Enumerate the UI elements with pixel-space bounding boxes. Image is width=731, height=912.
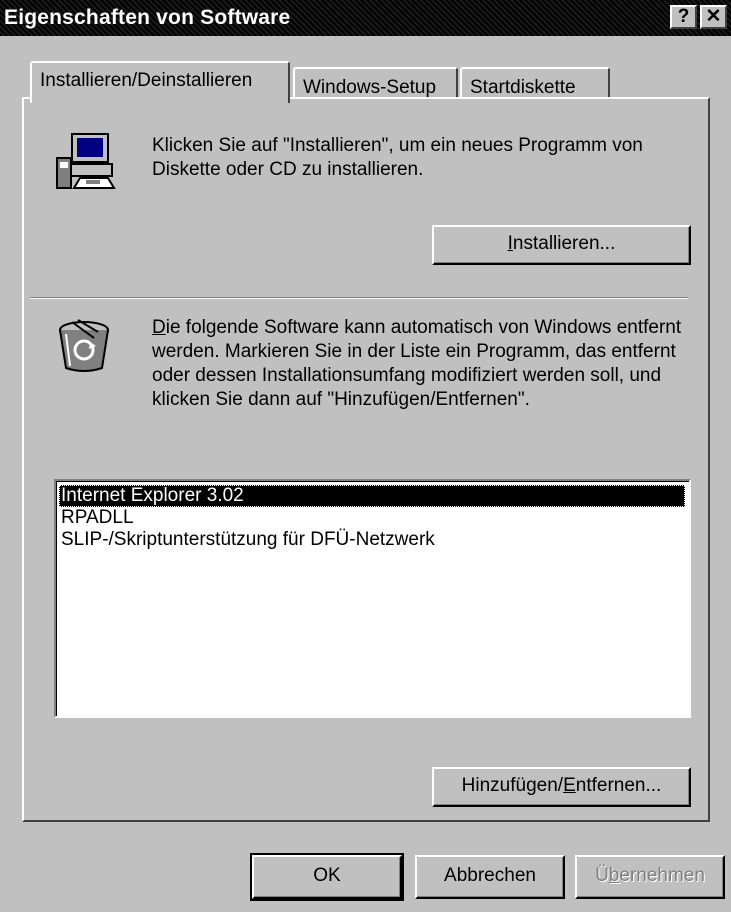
remove-description-text: ie folgende Software kann automatisch vo…	[152, 317, 682, 410]
help-icon: ?	[677, 6, 690, 27]
help-button[interactable]: ?	[670, 5, 697, 29]
computer-disk-icon	[56, 133, 116, 189]
apply-mnemonic: b	[608, 865, 620, 886]
add-remove-button[interactable]: Hinzufügen/Entfernen...	[432, 767, 691, 807]
install-button[interactable]: Installieren...	[432, 225, 691, 265]
close-icon: ✕	[705, 6, 722, 27]
remove-mnemonic: D	[152, 317, 166, 338]
apply-button: Übernehmen	[575, 855, 725, 899]
section-divider	[30, 297, 688, 299]
title-bar[interactable]: Eigenschaften von Software ? ✕	[0, 0, 731, 36]
close-button[interactable]: ✕	[700, 5, 727, 29]
tab-label: Installieren/Deinstallieren	[40, 70, 253, 91]
list-item[interactable]: Internet Explorer 3.02	[59, 485, 685, 507]
list-item[interactable]: RPADLL	[59, 507, 686, 529]
add-remove-label-after: ntfernen...	[575, 775, 662, 796]
add-remove-mnemonic: E	[563, 775, 576, 796]
ok-label: OK	[313, 865, 341, 886]
remove-description: Die folgende Software kann automatisch v…	[152, 316, 697, 412]
install-description: Klicken Sie auf "Installieren", um ein n…	[152, 135, 643, 180]
add-remove-label-before: Hinzufügen/	[461, 775, 564, 796]
apply-label-after: ernehmen	[619, 865, 705, 886]
install-label: nstallieren...	[512, 233, 616, 254]
window-title: Eigenschaften von Software	[4, 6, 291, 29]
cancel-label: Abbrechen	[444, 865, 536, 886]
tab-label: Windows-Setup	[303, 77, 437, 98]
recycle-bin-icon	[59, 319, 109, 372]
tab-installieren-deinstallieren[interactable]: Installieren/Deinstallieren	[30, 61, 290, 103]
program-list[interactable]: Internet Explorer 3.02 RPADLL SLIP-/Skri…	[54, 479, 691, 718]
ok-button[interactable]: OK	[250, 853, 404, 901]
list-item[interactable]: SLIP-/Skriptunterstützung für DFÜ-Netzwe…	[59, 529, 686, 551]
apply-label-before: Ü	[595, 865, 609, 886]
cancel-button[interactable]: Abbrechen	[415, 855, 565, 899]
tab-label: Startdiskette	[470, 77, 576, 98]
